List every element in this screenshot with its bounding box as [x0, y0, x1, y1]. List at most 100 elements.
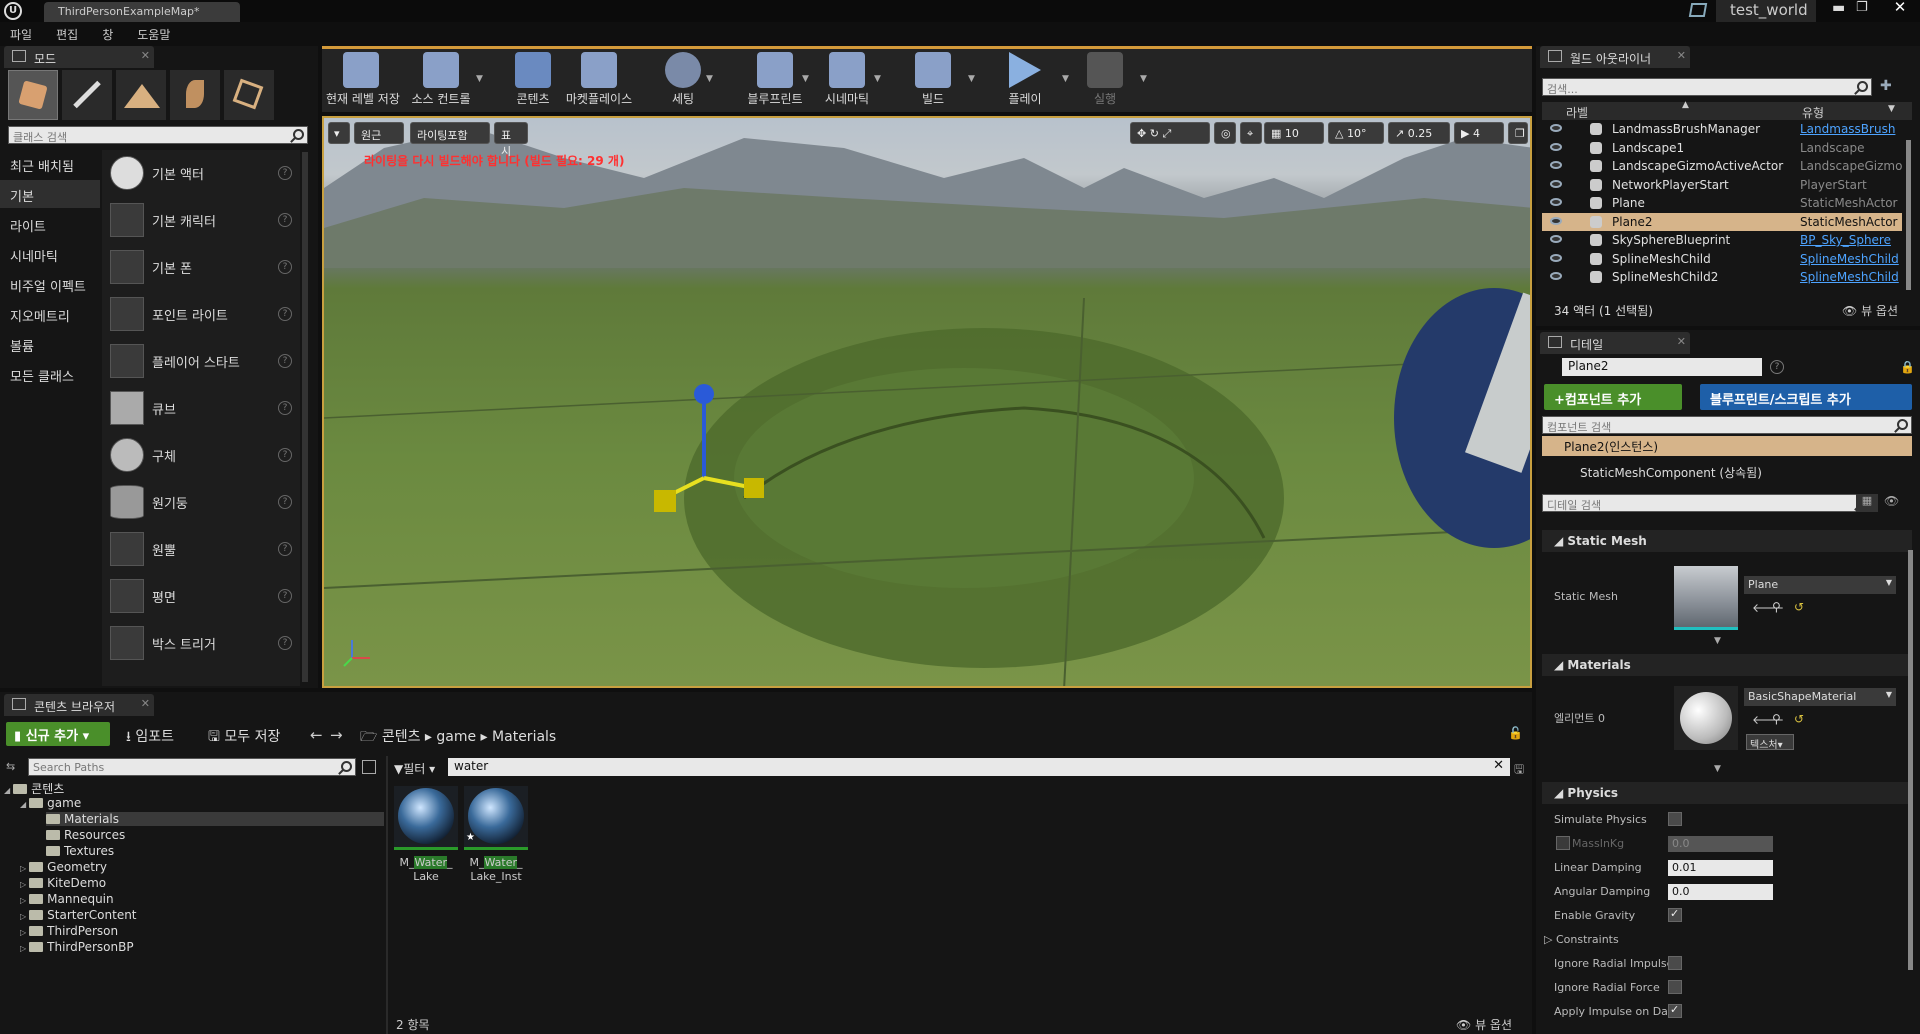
outliner-row[interactable]: NetworkPlayerStart PlayerStart	[1542, 176, 1902, 194]
lit-mode-button[interactable]: 라이팅포함	[410, 122, 490, 144]
filter-button[interactable]: ▼필터 ▾	[394, 760, 435, 777]
cb-view-options[interactable]: 👁 뷰 옵션	[1456, 1016, 1512, 1033]
help-icon[interactable]: ?	[278, 260, 292, 274]
help-icon[interactable]: ?	[278, 636, 292, 650]
outliner-row[interactable]: Plane StaticMeshActor	[1542, 194, 1902, 212]
reset-icon[interactable]: ↺	[1794, 600, 1804, 614]
place-mode-icon[interactable]	[8, 70, 58, 120]
outliner-row[interactable]: LandscapeGizmoActiveActor LandscapeGizmo	[1542, 157, 1902, 175]
import-button[interactable]: ⭳ 임포트	[126, 726, 174, 750]
cinematics-button[interactable]: 시네마틱	[812, 48, 882, 108]
help-icon[interactable]: ?	[278, 542, 292, 556]
grid-view-icon[interactable]: ▦	[1856, 494, 1878, 512]
help-icon[interactable]: ?	[278, 166, 292, 180]
placeable-item[interactable]: 플레이어 스타트?	[106, 340, 296, 384]
build-button[interactable]: 빌드	[898, 48, 968, 108]
sort-up-icon[interactable]: ▲	[1682, 100, 1689, 110]
help-icon[interactable]: ?	[278, 401, 292, 415]
instance-row[interactable]: Plane2(인스턴스)	[1542, 436, 1912, 456]
tab-content-browser[interactable]: 콘텐츠 브라우저 ✕	[4, 694, 154, 716]
column-type[interactable]: 유형	[1802, 104, 1824, 121]
help-icon[interactable]: ?	[278, 495, 292, 509]
chevron-down-icon[interactable]: ▼	[706, 74, 713, 84]
category-lights[interactable]: 라이트	[0, 210, 100, 238]
checkbox[interactable]	[1668, 980, 1682, 994]
folder-row[interactable]: Resources	[46, 828, 384, 842]
add-blueprint-button[interactable]: 블루프린트/스크립트 추가	[1700, 384, 1912, 410]
asset-thumbnail[interactable]	[394, 786, 458, 850]
chevron-down-icon[interactable]: ▼	[1062, 74, 1069, 84]
actor-name-input[interactable]: Plane2	[1562, 358, 1762, 376]
level-viewport[interactable]: ▾ 원근 라이팅포함 표시 라이팅을 다시 빌드해야 합니다 (빌드 필요: 2…	[322, 116, 1532, 688]
category-visual-effects[interactable]: 비주얼 이펙트	[0, 270, 100, 298]
close-icon[interactable]: ✕	[141, 49, 150, 62]
menu-edit[interactable]: 편집	[56, 28, 78, 42]
outliner-scrollbar[interactable]	[1906, 140, 1911, 290]
landscape-mode-icon[interactable]	[116, 70, 166, 120]
placeable-item[interactable]: 원기둥?	[106, 481, 296, 525]
transform-tools[interactable]: ✥ ↻ ⤢	[1130, 122, 1210, 144]
close-button[interactable]: ✕	[1884, 0, 1916, 18]
actor-type[interactable]: BP_Sky_Sphere	[1800, 233, 1891, 247]
help-icon[interactable]: ?	[278, 448, 292, 462]
expand-arrow-icon[interactable]: ◢	[20, 800, 26, 809]
outliner-view-options[interactable]: 👁 뷰 옵션	[1842, 302, 1898, 319]
placeable-item[interactable]: 큐브?	[106, 387, 296, 431]
breadcrumb-item[interactable]: Materials	[492, 729, 556, 745]
placeable-item[interactable]: 기본 액터?	[106, 152, 296, 196]
add-component-button[interactable]: +컴포넌트 추가	[1544, 384, 1682, 410]
list-options-icon[interactable]	[362, 760, 376, 774]
collapse-sources-icon[interactable]: ⇆	[6, 760, 18, 774]
rotate-icon[interactable]: ↻	[1150, 127, 1159, 140]
folder-row[interactable]: ◢ 콘텐츠	[4, 780, 374, 797]
checkbox[interactable]	[1668, 1003, 1682, 1018]
tab-map[interactable]: ThirdPersonExampleMap*	[44, 2, 240, 22]
expand-arrow-icon[interactable]: ▷	[20, 896, 26, 905]
eye-icon[interactable]	[1550, 253, 1562, 262]
tab-details[interactable]: 디테일 ✕	[1540, 332, 1690, 354]
content-button[interactable]: 콘텐츠	[498, 48, 568, 108]
save-search-icon[interactable]: 🖫	[1514, 760, 1524, 781]
save-level-button[interactable]: 현재 레벨 저장	[326, 48, 400, 108]
search-paths-input[interactable]: Search Paths	[28, 758, 356, 776]
help-icon[interactable]: ?	[278, 213, 292, 227]
category-geometry[interactable]: 지오메트리	[0, 300, 100, 328]
paint-mode-icon[interactable]	[62, 70, 112, 120]
placeable-item[interactable]: 포인트 라이트?	[106, 293, 296, 337]
details-scrollbar[interactable]	[1908, 550, 1913, 970]
component-row[interactable]: StaticMeshComponent (상속됨)	[1580, 464, 1762, 481]
eye-icon[interactable]	[1550, 198, 1562, 206]
perspective-button[interactable]: 원근	[354, 122, 404, 144]
reset-icon[interactable]: ↺	[1794, 712, 1804, 726]
category-cinematic[interactable]: 시네마틱	[0, 240, 100, 268]
browse-icon[interactable]: ⚲	[1772, 712, 1781, 726]
maximize-viewport-icon[interactable]: ❐	[1508, 122, 1528, 144]
menu-window[interactable]: 창	[102, 28, 113, 42]
browse-icon[interactable]: ⚲	[1772, 600, 1781, 614]
outliner-row[interactable]: SplineMeshChild SplineMeshChild	[1542, 250, 1902, 268]
source-control-button[interactable]: 소스 컨트롤	[406, 48, 476, 108]
outliner-row[interactable]: LandmassBrushManager LandmassBrush	[1542, 120, 1902, 138]
surface-snap-icon[interactable]: ⌖	[1240, 122, 1262, 144]
placeable-item[interactable]: 기본 폰?	[106, 246, 296, 290]
placeable-item[interactable]: 구체?	[106, 434, 296, 478]
folder-row[interactable]: ▷ Mannequin	[20, 892, 374, 906]
back-icon[interactable]: ←	[310, 726, 323, 744]
blueprint-button[interactable]: 블루프린트	[740, 48, 810, 108]
camera-speed-button[interactable]: ▶ 4	[1454, 122, 1504, 144]
eye-icon[interactable]	[1550, 142, 1562, 151]
tab-modes[interactable]: 모드 ✕	[4, 46, 154, 68]
expand-arrow-icon[interactable]: ▷	[20, 912, 26, 921]
eye-icon[interactable]	[1550, 216, 1562, 225]
breadcrumb-item[interactable]: 콘텐츠	[382, 729, 421, 745]
eye-icon[interactable]	[1550, 161, 1562, 169]
section-static-mesh[interactable]: ◢ Static Mesh	[1542, 530, 1912, 552]
actor-type[interactable]: LandmassBrush	[1800, 122, 1895, 136]
category-volumes[interactable]: 볼륨	[0, 330, 100, 358]
placeable-item[interactable]: 원뿔?	[106, 528, 296, 572]
eye-icon[interactable]	[1550, 272, 1562, 280]
chevron-down-icon[interactable]: ▼	[802, 74, 809, 84]
static-mesh-thumbnail[interactable]	[1674, 566, 1738, 630]
folder-row[interactable]: ▷ ThirdPersonBP	[20, 940, 374, 954]
play-button[interactable]: 플레이	[990, 48, 1060, 108]
